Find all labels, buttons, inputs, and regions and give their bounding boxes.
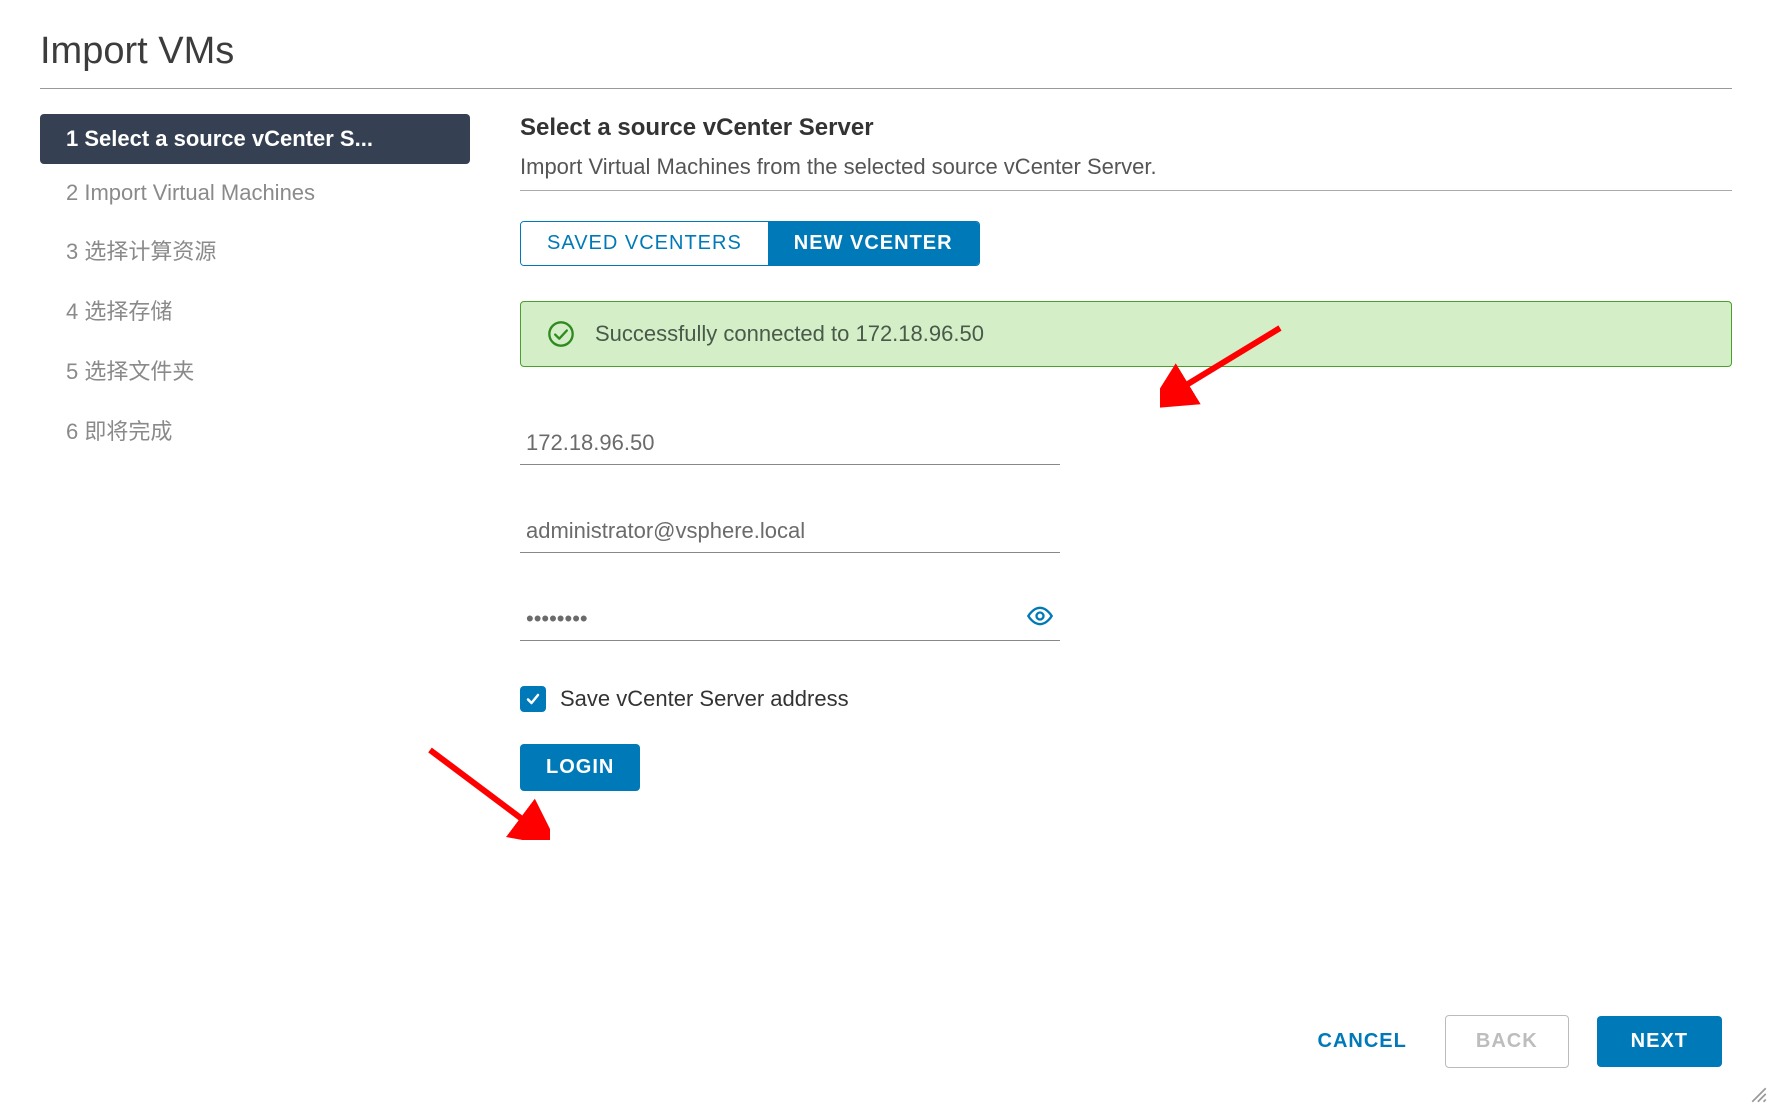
username-input[interactable] — [520, 510, 1060, 553]
success-message-text: Successfully connected to 172.18.96.50 — [595, 321, 984, 347]
wizard-step-3[interactable]: 3 选择计算资源 — [40, 222, 470, 278]
wizard-content: Select a source vCenter Server Import Vi… — [470, 114, 1732, 791]
wizard-step-5[interactable]: 5 选择文件夹 — [40, 342, 470, 398]
content-divider — [520, 190, 1732, 191]
tab-new-vcenter[interactable]: NEW VCENTER — [768, 222, 979, 265]
wizard-step-6[interactable]: 6 即将完成 — [40, 402, 470, 458]
content-subtitle: Import Virtual Machines from the selecte… — [520, 154, 1732, 180]
wizard-step-2[interactable]: 2 Import Virtual Machines — [40, 168, 470, 218]
next-button[interactable]: NEXT — [1597, 1016, 1722, 1067]
password-field — [520, 598, 1060, 641]
page-title: Import VMs — [0, 0, 1772, 83]
cancel-button[interactable]: CANCEL — [1308, 1016, 1417, 1067]
save-address-label: Save vCenter Server address — [560, 686, 849, 712]
resize-grip-icon[interactable] — [1750, 1086, 1768, 1104]
wizard-container: 1 Select a source vCenter S... 2 Import … — [0, 114, 1772, 791]
save-address-checkbox[interactable] — [520, 686, 546, 712]
success-banner: Successfully connected to 172.18.96.50 — [520, 301, 1732, 367]
tab-saved-vcenters[interactable]: SAVED VCENTERS — [521, 222, 768, 265]
wizard-steps-list: 1 Select a source vCenter S... 2 Import … — [40, 114, 470, 791]
username-field — [520, 510, 1060, 553]
wizard-step-4[interactable]: 4 选择存储 — [40, 282, 470, 338]
server-address-field — [520, 422, 1060, 465]
server-address-input[interactable] — [520, 422, 1060, 465]
content-title: Select a source vCenter Server — [520, 114, 1732, 142]
vcenter-tab-group: SAVED VCENTERS NEW VCENTER — [520, 221, 980, 266]
success-check-icon — [547, 320, 575, 348]
wizard-step-1[interactable]: 1 Select a source vCenter S... — [40, 114, 470, 164]
title-divider — [40, 88, 1732, 89]
password-input[interactable] — [520, 598, 1060, 641]
login-button[interactable]: LOGIN — [520, 744, 640, 791]
password-visibility-toggle-icon[interactable] — [1026, 602, 1054, 635]
back-button: BACK — [1445, 1015, 1569, 1068]
wizard-footer-actions: CANCEL BACK NEXT — [1308, 1015, 1722, 1068]
save-address-row: Save vCenter Server address — [520, 686, 1732, 712]
